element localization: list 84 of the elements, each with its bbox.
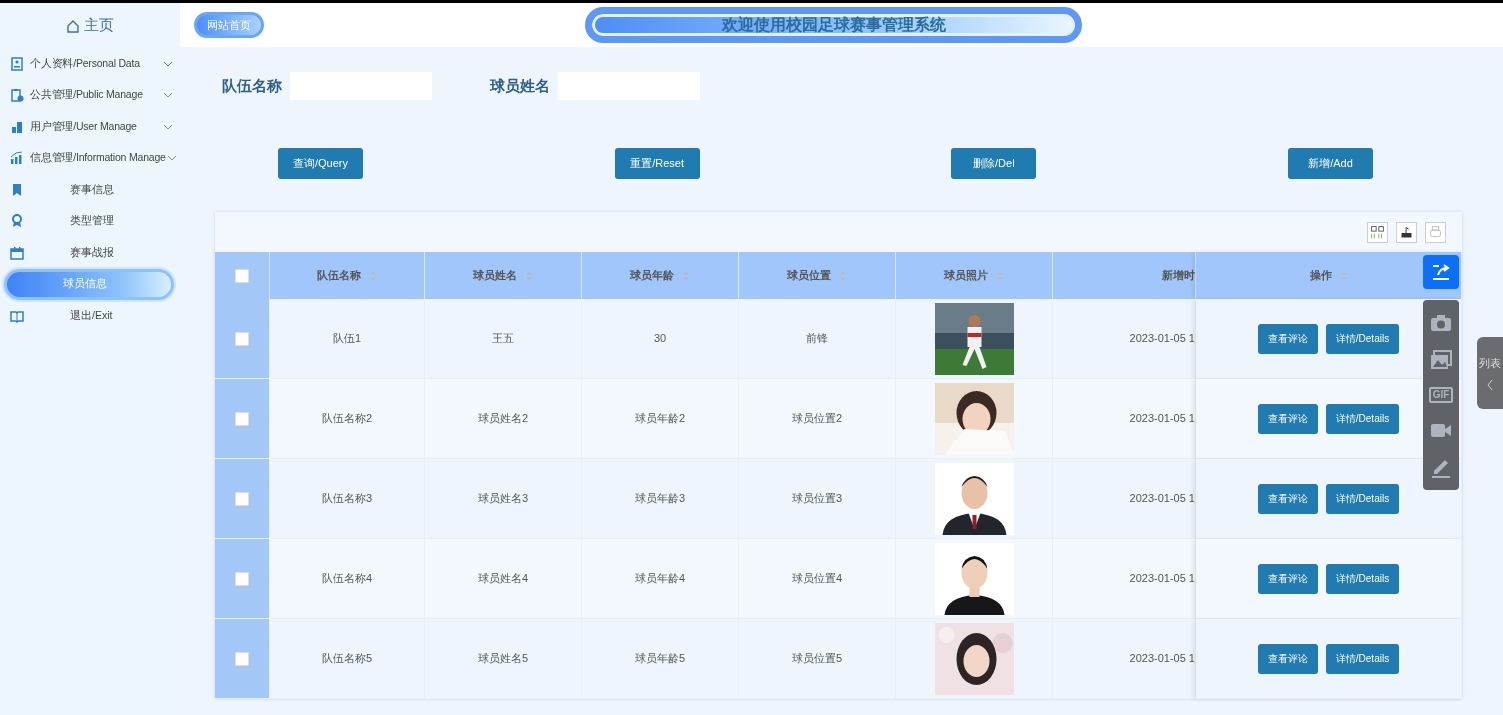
bar-chart-icon — [10, 151, 24, 166]
checkbox[interactable] — [235, 411, 249, 426]
table-cell-text: 2023-01-05 1 — [1129, 411, 1195, 427]
table-cell-text: 30 — [653, 331, 667, 347]
action-button[interactable]: 查询/Query — [278, 148, 363, 179]
row-action-button[interactable]: 详情/Details — [1325, 643, 1400, 674]
action-button[interactable]: 新增/Add — [1287, 148, 1373, 179]
table-cell-text: 球员年龄4 — [634, 571, 686, 587]
table-cell-text: 球员位置3 — [791, 491, 843, 507]
table-cell-text: 球员姓名3 — [477, 491, 529, 507]
column-header[interactable]: 球员照片 — [944, 267, 988, 284]
table-cell-text: 球员位置4 — [791, 571, 843, 587]
table-cell-text: 球员姓名2 — [477, 411, 529, 427]
row-action-button[interactable]: 查看评论 — [1257, 643, 1318, 674]
share-icon — [1430, 262, 1452, 282]
table-cell-text: 球员姓名5 — [477, 651, 529, 667]
print-icon[interactable] — [1425, 221, 1446, 243]
clipboard-icon — [10, 88, 24, 103]
field-label: 球员姓名 — [490, 75, 550, 96]
building-icon — [10, 119, 24, 134]
column-header[interactable]: 新增时 — [1162, 267, 1195, 284]
table-cell-text: 2023-01-05 1 — [1129, 331, 1195, 347]
action-button[interactable]: 删除/Del — [951, 148, 1037, 179]
sidebar-item[interactable]: 个人资料/Personal Data — [0, 48, 180, 80]
table-cell-text: 队伍名称2 — [321, 411, 373, 427]
row-action-button[interactable]: 查看评论 — [1257, 403, 1318, 434]
sidebar-item[interactable]: 信息管理/Information Manage — [0, 142, 180, 174]
column-header[interactable]: 球员年龄 — [630, 267, 674, 284]
checkbox[interactable] — [235, 331, 249, 346]
sidebar-item[interactable]: 用户管理/User Manage — [0, 111, 180, 143]
checkbox[interactable] — [235, 571, 249, 586]
row-action-button[interactable]: 详情/Details — [1325, 563, 1400, 594]
row-action-button[interactable]: 查看评论 — [1257, 323, 1318, 354]
table-cell-text: 王五 — [492, 331, 514, 347]
row-action-button[interactable]: 详情/Details — [1325, 323, 1400, 354]
table-cell-text: 队伍名称3 — [321, 491, 373, 507]
sidebar-item[interactable]: 球员信息 — [4, 268, 174, 300]
export-icon[interactable] — [1396, 221, 1417, 243]
table-cell-text: 2023-01-05 1 — [1129, 491, 1195, 507]
checkbox[interactable] — [235, 491, 249, 506]
home-icon — [66, 18, 80, 33]
column-header[interactable]: 球员位置 — [787, 267, 831, 284]
home-link[interactable]: 主页 — [84, 14, 114, 37]
table-cell-text: 2023-01-05 1 — [1129, 651, 1195, 667]
row-action-button[interactable]: 查看评论 — [1257, 563, 1318, 594]
sidebar-item[interactable]: 退出/Exit — [0, 300, 180, 332]
page-title: 欢迎使用校园足球赛事管理系统 — [721, 15, 946, 35]
table-cell-text: 球员年龄3 — [634, 491, 686, 507]
table-cell-text: 队伍名称4 — [321, 571, 373, 587]
grid-icon[interactable] — [1367, 221, 1388, 243]
chevron-icon — [1486, 379, 1494, 392]
side-tab[interactable]: 列表 — [1477, 337, 1503, 409]
table-cell-text: 球员姓名4 — [477, 571, 529, 587]
book-icon — [10, 308, 24, 323]
checkbox[interactable] — [235, 268, 249, 283]
gif-icon[interactable]: GIF — [1428, 387, 1454, 403]
column-header[interactable]: 队伍名称 — [317, 267, 361, 284]
table-cell-text: 球员年龄2 — [634, 411, 686, 427]
sidebar-item[interactable]: 赛事信息 — [0, 174, 180, 206]
table-cell-text: 队伍1 — [332, 331, 362, 347]
table-cell-text: 队伍名称5 — [321, 651, 373, 667]
sidebar-item[interactable]: 赛事战报 — [0, 237, 180, 269]
field-label: 队伍名称 — [222, 75, 282, 96]
table-cell-text: 前锋 — [806, 331, 828, 347]
row-action-button[interactable]: 查看评论 — [1257, 483, 1318, 514]
table-cell-text: 球员年龄5 — [634, 651, 686, 667]
row-action-button[interactable]: 详情/Details — [1325, 403, 1400, 434]
id-card-icon — [10, 56, 24, 71]
column-header[interactable]: 操作 — [1309, 267, 1332, 284]
bookmark-icon — [10, 182, 24, 197]
calendar-icon — [10, 245, 24, 260]
table-cell-text: 2023-01-05 1 — [1129, 571, 1195, 587]
action-button[interactable]: 重置/Reset — [614, 148, 700, 179]
images-icon[interactable] — [1430, 349, 1452, 372]
sidebar-item[interactable]: 类型管理 — [0, 205, 180, 237]
sidebar-item[interactable]: 公共管理/Public Manage — [0, 79, 180, 111]
table-cell-text: 球员位置5 — [791, 651, 843, 667]
share-button[interactable] — [1423, 255, 1459, 289]
checkbox[interactable] — [235, 651, 249, 666]
award-icon — [10, 214, 24, 229]
home-link[interactable]: 网站首页 — [194, 11, 264, 39]
row-action-button[interactable]: 详情/Details — [1325, 483, 1400, 514]
table-cell-text: 球员位置2 — [791, 411, 843, 427]
column-header[interactable]: 球员姓名 — [473, 267, 517, 284]
